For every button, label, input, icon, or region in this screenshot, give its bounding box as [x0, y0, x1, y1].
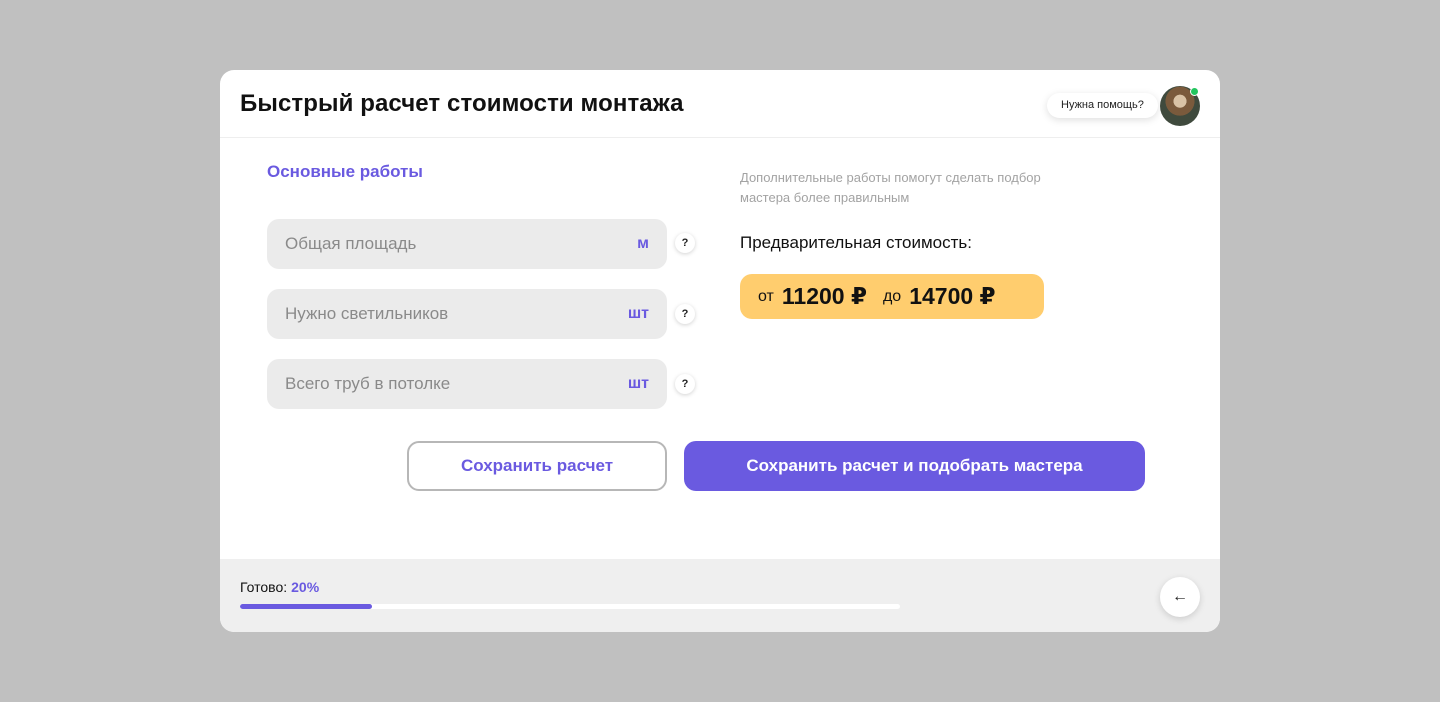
progress-bar-fill — [240, 604, 372, 609]
price-range-badge: от 11200 ₽ до 14700 ₽ — [740, 274, 1044, 319]
additional-works-note: Дополнительные работы помогут сделать по… — [740, 170, 1041, 205]
area-input-placeholder: Общая площадь — [285, 234, 417, 253]
area-help-icon[interactable]: ? — [675, 233, 695, 253]
pipes-input-placeholder: Всего труб в потолке — [285, 374, 451, 393]
price-from-prefix: от — [758, 287, 774, 305]
back-button[interactable]: ← — [1160, 577, 1200, 617]
lamps-input[interactable]: Нужно светильников шт — [267, 289, 667, 339]
lamps-help-icon[interactable]: ? — [675, 304, 695, 324]
arrow-left-icon: ← — [1172, 588, 1188, 605]
pipes-help-icon[interactable]: ? — [675, 374, 695, 394]
online-status-indicator — [1190, 87, 1199, 96]
help-button[interactable]: Нужна помощь? — [1047, 93, 1158, 118]
pipes-unit: шт — [627, 375, 649, 392]
area-input[interactable]: Общая площадь м — [267, 219, 667, 269]
save-and-match-button[interactable]: Сохранить расчет и подобрать мастера — [684, 441, 1145, 491]
pipes-input[interactable]: Всего труб в потолке шт — [267, 359, 667, 409]
price-from-value: 11200 ₽ — [781, 283, 867, 309]
main-works-title: Основные работы — [267, 162, 423, 181]
progress-footer: Готово: 20% ← — [220, 559, 1220, 632]
price-to-value: 14700 ₽ — [909, 283, 996, 309]
calculator-card: Быстрый расчет стоимости монтажа Нужна п… — [220, 70, 1220, 632]
progress-bar — [240, 604, 900, 609]
support-avatar[interactable] — [1160, 86, 1200, 126]
area-unit: м — [637, 235, 649, 252]
card-header: Быстрый расчет стоимости монтажа Нужна п… — [220, 70, 1220, 138]
lamps-unit: шт — [627, 305, 649, 322]
save-button[interactable]: Сохранить расчет — [407, 441, 667, 491]
preliminary-price-label: Предварительная стоимость: — [740, 233, 973, 252]
progress-label: Готово: — [240, 579, 288, 595]
progress-percent: 20% — [291, 579, 320, 595]
price-to-prefix: до — [882, 287, 902, 305]
lamps-input-placeholder: Нужно светильников — [285, 304, 449, 323]
progress-status: Готово: 20% — [240, 579, 319, 595]
page-title: Быстрый расчет стоимости монтажа — [240, 90, 684, 117]
